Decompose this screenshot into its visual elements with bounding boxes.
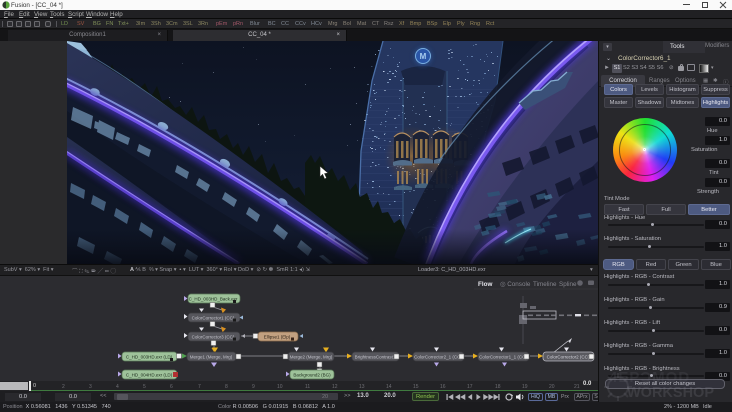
svg-text:Ellipse1 (Elp): Ellipse1 (Elp) (264, 335, 291, 340)
svg-text:Merge1 (Merge, Mrg): Merge1 (Merge, Mrg) (190, 355, 233, 360)
svg-text:Spline: Spline (559, 281, 577, 288)
svg-text:M: M (420, 52, 427, 61)
svg-text:ColorCorrector3 (CC): ColorCorrector3 (CC) (192, 335, 235, 340)
svg-text:Timeline: Timeline (533, 281, 557, 288)
svg-text:BrightnessContrast1: BrightnessContrast1 (355, 355, 396, 360)
svg-text:C_HD_004HD.exr (LD): C_HD_004HD.exr (LD) (126, 373, 173, 378)
svg-text:Merge2 (Merge, Mrg): Merge2 (Merge, Mrg) (290, 355, 333, 360)
svg-text:ColorCorrector1 (CC): ColorCorrector1 (CC) (192, 316, 235, 321)
svg-text:C_HD_003HD.exr (LD): C_HD_003HD.exr (LD) (126, 355, 173, 360)
svg-text:Background2 (BG): Background2 (BG) (293, 373, 331, 378)
svg-text:◎ Console: ◎ Console (500, 281, 531, 288)
svg-text:Flow: Flow (478, 281, 492, 288)
svg-text:ColorCorrector2_1 (CC): ColorCorrector2_1 (CC) (414, 355, 462, 360)
svg-text:ColorCorrector2 (CC): ColorCorrector2 (CC) (547, 355, 590, 360)
svg-text:C_HD_003HD_Back.exr: C_HD_003HD_Back.exr (189, 297, 238, 302)
svg-text:ColorCorrector1_1 (CC): ColorCorrector1_1 (CC) (479, 355, 527, 360)
